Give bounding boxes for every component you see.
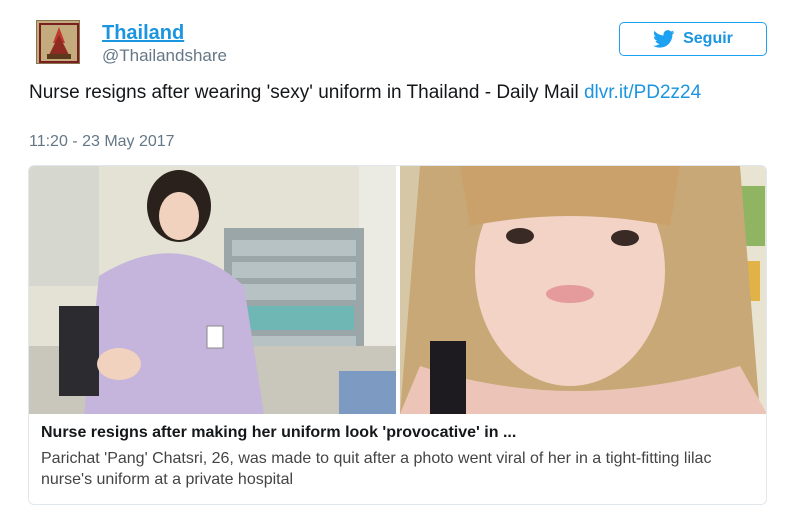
card-title[interactable]: Nurse resigns after making her uniform l…	[41, 422, 756, 444]
tweet-link[interactable]: dlvr.it/PD2z24	[584, 82, 701, 103]
tweet-timestamp[interactable]: 11:20 - 23 May 2017	[29, 133, 175, 151]
follow-label: Seguir	[683, 30, 733, 47]
card-photo-right[interactable]	[400, 166, 766, 414]
twitter-bird-icon	[653, 30, 675, 48]
author-handle[interactable]: @Thailandshare	[102, 46, 227, 66]
tweet-body: Nurse resigns after wearing 'sexy' unifo…	[29, 82, 579, 103]
author-name[interactable]: Thailand	[102, 22, 184, 45]
link-card[interactable]: Nurse resigns after making her uniform l…	[28, 165, 767, 505]
card-photo-left[interactable]	[29, 166, 396, 414]
card-description: Parichat 'Pang' Chatsri, 26, was made to…	[41, 450, 712, 488]
tweet-text: Nurse resigns after wearing 'sexy' unifo…	[29, 80, 769, 106]
card-text: Nurse resigns after making her uniform l…	[41, 422, 756, 490]
avatar[interactable]	[36, 20, 80, 64]
follow-button[interactable]: Seguir	[619, 22, 767, 56]
